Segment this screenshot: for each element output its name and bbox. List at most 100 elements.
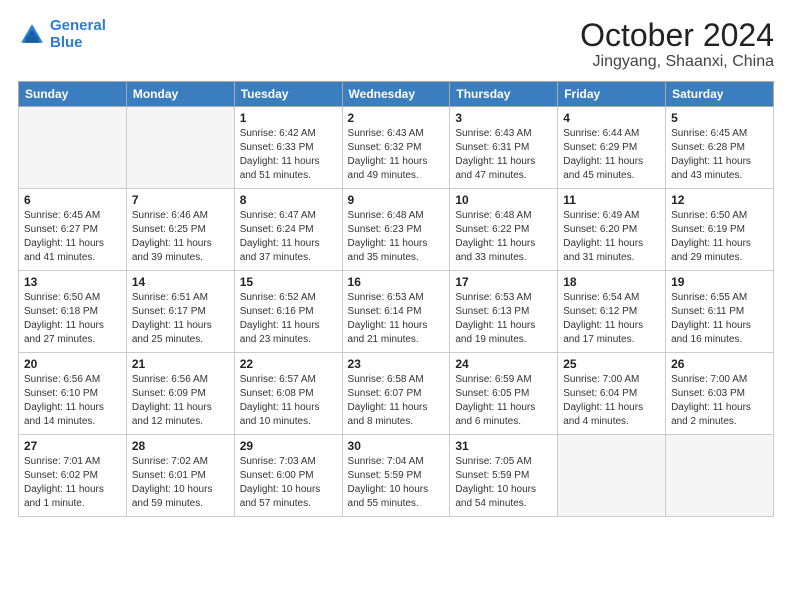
calendar-cell: 14 Sunrise: 6:51 AM Sunset: 6:17 PM Dayli…	[126, 271, 234, 353]
weekday-header-wednesday: Wednesday	[342, 82, 450, 107]
day-info: Sunrise: 6:45 AM Sunset: 6:28 PM Dayligh…	[671, 127, 768, 183]
day-info: Sunrise: 6:52 AM Sunset: 6:16 PM Dayligh…	[240, 291, 337, 347]
day-info: Sunrise: 6:51 AM Sunset: 6:17 PM Dayligh…	[132, 291, 229, 347]
calendar-cell: 28 Sunrise: 7:02 AM Sunset: 6:01 PM Dayli…	[126, 435, 234, 517]
day-info: Sunrise: 6:54 AM Sunset: 6:12 PM Dayligh…	[563, 291, 660, 347]
day-info: Sunrise: 6:48 AM Sunset: 6:23 PM Dayligh…	[348, 209, 445, 265]
day-info: Sunrise: 6:55 AM Sunset: 6:11 PM Dayligh…	[671, 291, 768, 347]
day-info: Sunrise: 6:59 AM Sunset: 6:05 PM Dayligh…	[455, 373, 552, 429]
week-row-3: 13 Sunrise: 6:50 AM Sunset: 6:18 PM Dayli…	[19, 271, 774, 353]
day-info: Sunrise: 6:44 AM Sunset: 6:29 PM Dayligh…	[563, 127, 660, 183]
weekday-header-saturday: Saturday	[666, 82, 774, 107]
day-number: 6	[24, 193, 121, 207]
weekday-header-monday: Monday	[126, 82, 234, 107]
day-info: Sunrise: 6:47 AM Sunset: 6:24 PM Dayligh…	[240, 209, 337, 265]
calendar-cell: 2 Sunrise: 6:43 AM Sunset: 6:32 PM Daylig…	[342, 107, 450, 189]
calendar-cell: 26 Sunrise: 7:00 AM Sunset: 6:03 PM Dayli…	[666, 353, 774, 435]
day-number: 8	[240, 193, 337, 207]
calendar-cell: 13 Sunrise: 6:50 AM Sunset: 6:18 PM Dayli…	[19, 271, 127, 353]
day-number: 20	[24, 357, 121, 371]
weekday-header-thursday: Thursday	[450, 82, 558, 107]
calendar-cell: 22Sunrise: 6:57 AM Sunset: 6:08 PM Dayli…	[234, 353, 342, 435]
day-info: Sunrise: 6:43 AM Sunset: 6:32 PM Dayligh…	[348, 127, 445, 183]
week-row-5: 27 Sunrise: 7:01 AM Sunset: 6:02 PM Dayli…	[19, 435, 774, 517]
weekday-header-sunday: Sunday	[19, 82, 127, 107]
day-info: Sunrise: 7:00 AM Sunset: 6:04 PM Dayligh…	[563, 373, 660, 429]
calendar-cell	[558, 435, 666, 517]
calendar-cell: 9 Sunrise: 6:48 AM Sunset: 6:23 PM Daylig…	[342, 189, 450, 271]
day-info: Sunrise: 6:53 AM Sunset: 6:13 PM Dayligh…	[455, 291, 552, 347]
day-info: Sunrise: 6:43 AM Sunset: 6:31 PM Dayligh…	[455, 127, 552, 183]
logo-line2: Blue	[50, 34, 83, 51]
day-info: Sunrise: 6:49 AM Sunset: 6:20 PM Dayligh…	[563, 209, 660, 265]
calendar-cell	[666, 435, 774, 517]
calendar-cell: 6 Sunrise: 6:45 AM Sunset: 6:27 PM Daylig…	[19, 189, 127, 271]
day-info: Sunrise: 6:42 AM Sunset: 6:33 PM Dayligh…	[240, 127, 337, 183]
day-number: 9	[348, 193, 445, 207]
day-number: 18	[563, 275, 660, 289]
day-number: 14	[132, 275, 229, 289]
day-info: Sunrise: 6:45 AM Sunset: 6:27 PM Dayligh…	[24, 209, 121, 265]
calendar-body: 1 Sunrise: 6:42 AM Sunset: 6:33 PM Daylig…	[19, 107, 774, 517]
calendar-cell: 21 Sunrise: 6:56 AM Sunset: 6:09 PM Dayli…	[126, 353, 234, 435]
calendar-cell: 4Sunrise: 6:44 AM Sunset: 6:29 PM Daylig…	[558, 107, 666, 189]
day-number: 1	[240, 111, 337, 125]
page: General Blue October 2024 Jingyang, Shaa…	[0, 0, 792, 612]
calendar-cell: 18 Sunrise: 6:54 AM Sunset: 6:12 PM Dayli…	[558, 271, 666, 353]
calendar-cell: 16 Sunrise: 6:53 AM Sunset: 6:14 PM Dayli…	[342, 271, 450, 353]
day-info: Sunrise: 6:53 AM Sunset: 6:14 PM Dayligh…	[348, 291, 445, 347]
calendar-cell: 11Sunrise: 6:49 AM Sunset: 6:20 PM Dayli…	[558, 189, 666, 271]
calendar-cell: 27 Sunrise: 7:01 AM Sunset: 6:02 PM Dayli…	[19, 435, 127, 517]
week-row-2: 6 Sunrise: 6:45 AM Sunset: 6:27 PM Daylig…	[19, 189, 774, 271]
day-info: Sunrise: 7:01 AM Sunset: 6:02 PM Dayligh…	[24, 455, 121, 511]
day-number: 27	[24, 439, 121, 453]
day-info: Sunrise: 6:56 AM Sunset: 6:09 PM Dayligh…	[132, 373, 229, 429]
week-row-4: 20Sunrise: 6:56 AM Sunset: 6:10 PM Dayli…	[19, 353, 774, 435]
calendar-cell	[126, 107, 234, 189]
calendar-cell: 24 Sunrise: 6:59 AM Sunset: 6:05 PM Dayli…	[450, 353, 558, 435]
day-info: Sunrise: 6:50 AM Sunset: 6:19 PM Dayligh…	[671, 209, 768, 265]
calendar-cell: 29 Sunrise: 7:03 AM Sunset: 6:00 PM Dayli…	[234, 435, 342, 517]
weekday-header-tuesday: Tuesday	[234, 82, 342, 107]
day-info: Sunrise: 7:00 AM Sunset: 6:03 PM Dayligh…	[671, 373, 768, 429]
calendar-cell: 7Sunrise: 6:46 AM Sunset: 6:25 PM Daylig…	[126, 189, 234, 271]
day-number: 28	[132, 439, 229, 453]
day-number: 10	[455, 193, 552, 207]
day-number: 26	[671, 357, 768, 371]
day-number: 15	[240, 275, 337, 289]
day-number: 24	[455, 357, 552, 371]
weekday-header-friday: Friday	[558, 82, 666, 107]
calendar-subtitle: Jingyang, Shaanxi, China	[580, 53, 774, 71]
calendar-cell: 3 Sunrise: 6:43 AM Sunset: 6:31 PM Daylig…	[450, 107, 558, 189]
day-info: Sunrise: 7:05 AM Sunset: 5:59 PM Dayligh…	[455, 455, 552, 511]
day-number: 21	[132, 357, 229, 371]
calendar-cell: 12Sunrise: 6:50 AM Sunset: 6:19 PM Dayli…	[666, 189, 774, 271]
day-number: 16	[348, 275, 445, 289]
day-number: 29	[240, 439, 337, 453]
day-info: Sunrise: 7:03 AM Sunset: 6:00 PM Dayligh…	[240, 455, 337, 511]
calendar-cell: 31Sunrise: 7:05 AM Sunset: 5:59 PM Dayli…	[450, 435, 558, 517]
day-number: 25	[563, 357, 660, 371]
logo-text: General Blue	[50, 18, 106, 51]
day-info: Sunrise: 6:58 AM Sunset: 6:07 PM Dayligh…	[348, 373, 445, 429]
day-info: Sunrise: 7:02 AM Sunset: 6:01 PM Dayligh…	[132, 455, 229, 511]
header: General Blue October 2024 Jingyang, Shaa…	[18, 18, 774, 71]
calendar-cell: 25 Sunrise: 7:00 AM Sunset: 6:04 PM Dayli…	[558, 353, 666, 435]
day-number: 3	[455, 111, 552, 125]
day-info: Sunrise: 7:04 AM Sunset: 5:59 PM Dayligh…	[348, 455, 445, 511]
day-number: 17	[455, 275, 552, 289]
weekday-header-row: SundayMondayTuesdayWednesdayThursdayFrid…	[19, 82, 774, 107]
day-info: Sunrise: 6:46 AM Sunset: 6:25 PM Dayligh…	[132, 209, 229, 265]
calendar-cell: 5 Sunrise: 6:45 AM Sunset: 6:28 PM Daylig…	[666, 107, 774, 189]
day-number: 5	[671, 111, 768, 125]
calendar-cell: 15 Sunrise: 6:52 AM Sunset: 6:16 PM Dayli…	[234, 271, 342, 353]
day-info: Sunrise: 6:48 AM Sunset: 6:22 PM Dayligh…	[455, 209, 552, 265]
calendar-cell: 10 Sunrise: 6:48 AM Sunset: 6:22 PM Dayli…	[450, 189, 558, 271]
day-info: Sunrise: 6:57 AM Sunset: 6:08 PM Dayligh…	[240, 373, 337, 429]
logo-line1: General	[50, 17, 106, 34]
day-info: Sunrise: 6:50 AM Sunset: 6:18 PM Dayligh…	[24, 291, 121, 347]
calendar-cell: 1 Sunrise: 6:42 AM Sunset: 6:33 PM Daylig…	[234, 107, 342, 189]
day-number: 13	[24, 275, 121, 289]
day-number: 2	[348, 111, 445, 125]
title-block: October 2024 Jingyang, Shaanxi, China	[580, 18, 774, 71]
